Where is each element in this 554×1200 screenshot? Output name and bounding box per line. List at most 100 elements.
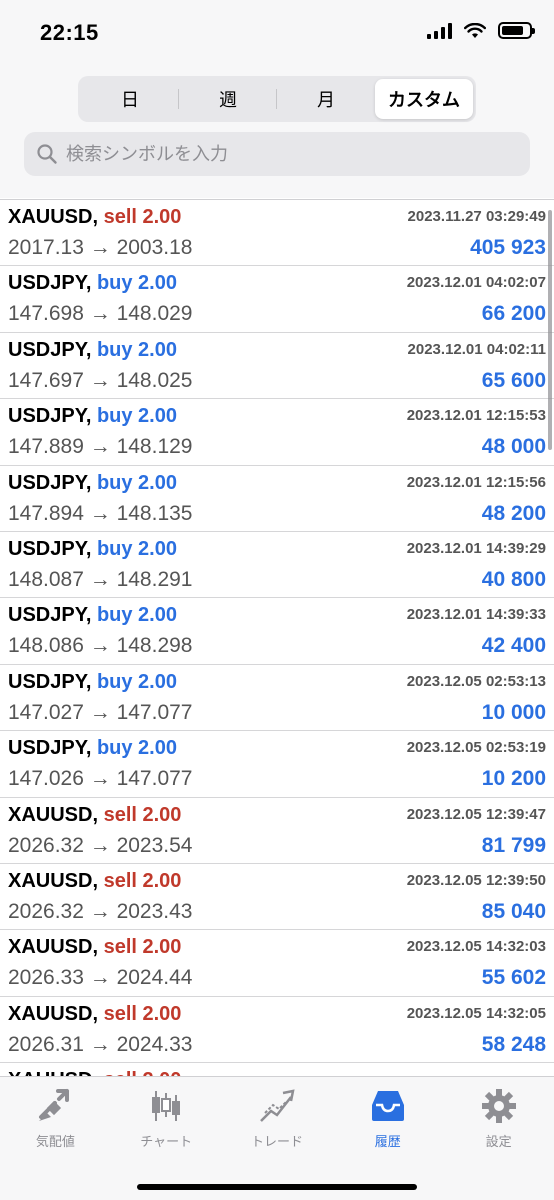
trade-prices: 2026.33 → 2024.44 (8, 966, 193, 990)
trade-prices: 2017.13 → 2003.18 (8, 236, 193, 259)
trade-row[interactable]: XAUUSD, sell 2.00 2023.12.05 12:39:47 2026… (0, 798, 554, 864)
cellular-signal-icon (427, 22, 452, 39)
trade-symbol: USDJPY, buy 2.00 (8, 671, 177, 694)
period-tab-day[interactable]: 日 (81, 79, 179, 119)
trade-profit: 48 200 (481, 501, 546, 525)
trade-timestamp: 2023.12.05 14:32:03 (406, 938, 546, 956)
period-segmented-control: 日 週 月 カスタム (78, 76, 476, 122)
tab-chart[interactable]: チャート (111, 1087, 222, 1157)
trade-profit: 65 600 (481, 368, 546, 392)
trade-symbol: XAUUSD, sell 2.00 (8, 804, 181, 827)
trade-side-volume: buy 2.00 (96, 405, 177, 428)
trade-icon (260, 1089, 295, 1122)
chart-icon (152, 1091, 181, 1121)
symbol-name: USDJPY, (8, 405, 92, 428)
symbol-name: XAUUSD, (8, 1069, 98, 1076)
trade-profit: 48 000 (481, 435, 546, 459)
search-input[interactable] (66, 143, 466, 165)
trade-side-volume: sell 2.00 (104, 1069, 182, 1076)
trade-symbol: USDJPY, buy 2.00 (8, 538, 177, 561)
trade-symbol: USDJPY, buy 2.00 (8, 272, 177, 295)
trade-profit: 66 200 (481, 302, 546, 326)
trade-row[interactable]: USDJPY, buy 2.00 2023.12.01 14:39:33 148.0… (0, 598, 554, 665)
trade-row[interactable]: XAUUSD, sell 2.00 2023.11.27 03:29:49 2017… (0, 200, 554, 267)
scrollbar[interactable] (548, 210, 552, 450)
trade-profit: 55 602 (481, 966, 546, 990)
trade-side-volume: buy 2.00 (96, 737, 177, 760)
trade-timestamp: 2023.12.01 14:39:29 (406, 539, 546, 557)
trade-timestamp: 2023.12.01 14:39:33 (406, 606, 546, 624)
trade-row[interactable]: XAUUSD, sell 2.00 2023.12.05 14:32:03 2026… (0, 930, 554, 997)
trade-side-volume: buy 2.00 (96, 338, 177, 361)
trade-timestamp: 2023.12.05 02:53:19 (406, 739, 546, 757)
trade-symbol: XAUUSD, sell 2.00 (8, 1069, 181, 1076)
trade-prices: 147.894 → 148.135 (8, 501, 193, 525)
trade-row[interactable]: USDJPY, buy 2.00 2023.12.01 04:02:11 147.6… (0, 333, 554, 400)
period-tab-custom[interactable]: カスタム (375, 79, 473, 119)
trade-row[interactable]: XAUUSD, sell 2.00 2023.12.05 12:39:50 2026… (0, 864, 554, 931)
trade-symbol: USDJPY, buy 2.00 (8, 405, 177, 428)
search-bar[interactable] (24, 132, 530, 176)
tab-history[interactable]: 履歴 (332, 1087, 443, 1157)
symbol-name: USDJPY, (8, 670, 92, 693)
trade-history-list[interactable]: XAUUSD, sell 2.00 2023.11.27 03:29:49 2017… (0, 199, 554, 1076)
trade-timestamp: 2023.12.01 04:02:11 (407, 340, 546, 358)
trade-side-volume: buy 2.00 (96, 272, 177, 295)
trade-prices: 2026.32 → 2023.54 (8, 833, 193, 857)
history-icon (371, 1091, 404, 1121)
trade-side-volume: sell 2.00 (103, 936, 182, 959)
trade-row[interactable]: USDJPY, buy 2.00 2023.12.01 12:15:53 147.8… (0, 399, 554, 466)
trade-symbol: XAUUSD, sell 2.00 (8, 936, 181, 959)
symbol-name: USDJPY, (8, 272, 92, 295)
tab-trade[interactable]: トレード (222, 1087, 333, 1157)
status-bar: 22:15 (0, 0, 554, 70)
trade-side-volume: buy 2.00 (96, 604, 177, 627)
trade-row[interactable]: XAUUSD, sell 2.00 (0, 1063, 554, 1076)
trade-prices: 2026.32 → 2023.43 (8, 899, 193, 923)
history-header: 日 週 月 カスタム (0, 70, 554, 198)
trade-prices: 147.027 → 147.077 (8, 700, 193, 724)
trade-row[interactable]: XAUUSD, sell 2.00 2023.12.05 14:32:05 2026… (0, 997, 554, 1064)
tab-quotes[interactable]: 気配値 (0, 1087, 111, 1157)
symbol-name: USDJPY, (8, 338, 92, 361)
trade-symbol: USDJPY, buy 2.00 (8, 472, 177, 495)
symbol-name: USDJPY, (8, 737, 92, 760)
symbol-name: XAUUSD, (8, 206, 99, 228)
tab-settings[interactable]: 設定 (443, 1087, 554, 1157)
trade-prices: 148.087 → 148.291 (8, 567, 193, 591)
trade-profit: 40 800 (481, 567, 546, 591)
trade-prices: 147.026 → 147.077 (8, 767, 193, 791)
status-time: 22:15 (40, 20, 99, 45)
trade-profit: 10 200 (481, 767, 546, 791)
trade-side-volume: sell 2.00 (103, 1002, 182, 1025)
trade-timestamp: 2023.11.27 03:29:49 (407, 208, 546, 225)
trade-prices: 2026.31 → 2024.33 (8, 1032, 193, 1056)
trade-symbol: USDJPY, buy 2.00 (8, 339, 177, 362)
trade-side-volume: buy 2.00 (96, 670, 177, 693)
trade-timestamp: 2023.12.01 12:15:56 (406, 473, 546, 491)
period-tab-month[interactable]: 月 (277, 79, 375, 119)
trade-timestamp: 2023.12.01 04:02:07 (406, 274, 546, 292)
trade-row[interactable]: USDJPY, buy 2.00 2023.12.01 12:15:56 147.8… (0, 466, 554, 532)
trade-row[interactable]: USDJPY, buy 2.00 2023.12.01 04:02:07 147.6… (0, 266, 554, 333)
trade-profit: 81 799 (481, 833, 546, 857)
trade-row[interactable]: USDJPY, buy 2.00 2023.12.05 02:53:19 147.0… (0, 731, 554, 798)
bottom-tab-bar: 気配値 チャート トレード 履歴 設定 (0, 1076, 554, 1200)
symbol-name: USDJPY, (8, 604, 92, 627)
trade-side-volume: sell 2.00 (103, 803, 182, 826)
home-indicator (137, 1184, 417, 1190)
symbol-name: XAUUSD, (8, 936, 99, 959)
symbol-name: USDJPY, (8, 471, 92, 494)
trade-symbol: USDJPY, buy 2.00 (8, 604, 177, 627)
trade-timestamp: 2023.12.05 12:39:50 (406, 871, 546, 889)
trade-side-volume: buy 2.00 (96, 471, 177, 494)
trade-profit: 405 923 (470, 236, 546, 259)
search-icon (37, 144, 57, 164)
trade-profit: 42 400 (481, 634, 546, 658)
trade-symbol: XAUUSD, sell 2.00 (8, 870, 181, 893)
trade-row[interactable]: USDJPY, buy 2.00 2023.12.01 14:39:29 148.0… (0, 532, 554, 599)
trade-row[interactable]: USDJPY, buy 2.00 2023.12.05 02:53:13 147.0… (0, 665, 554, 732)
period-tab-week[interactable]: 週 (179, 79, 277, 119)
trade-timestamp: 2023.12.05 14:32:05 (406, 1004, 546, 1022)
trade-profit: 85 040 (481, 899, 546, 923)
